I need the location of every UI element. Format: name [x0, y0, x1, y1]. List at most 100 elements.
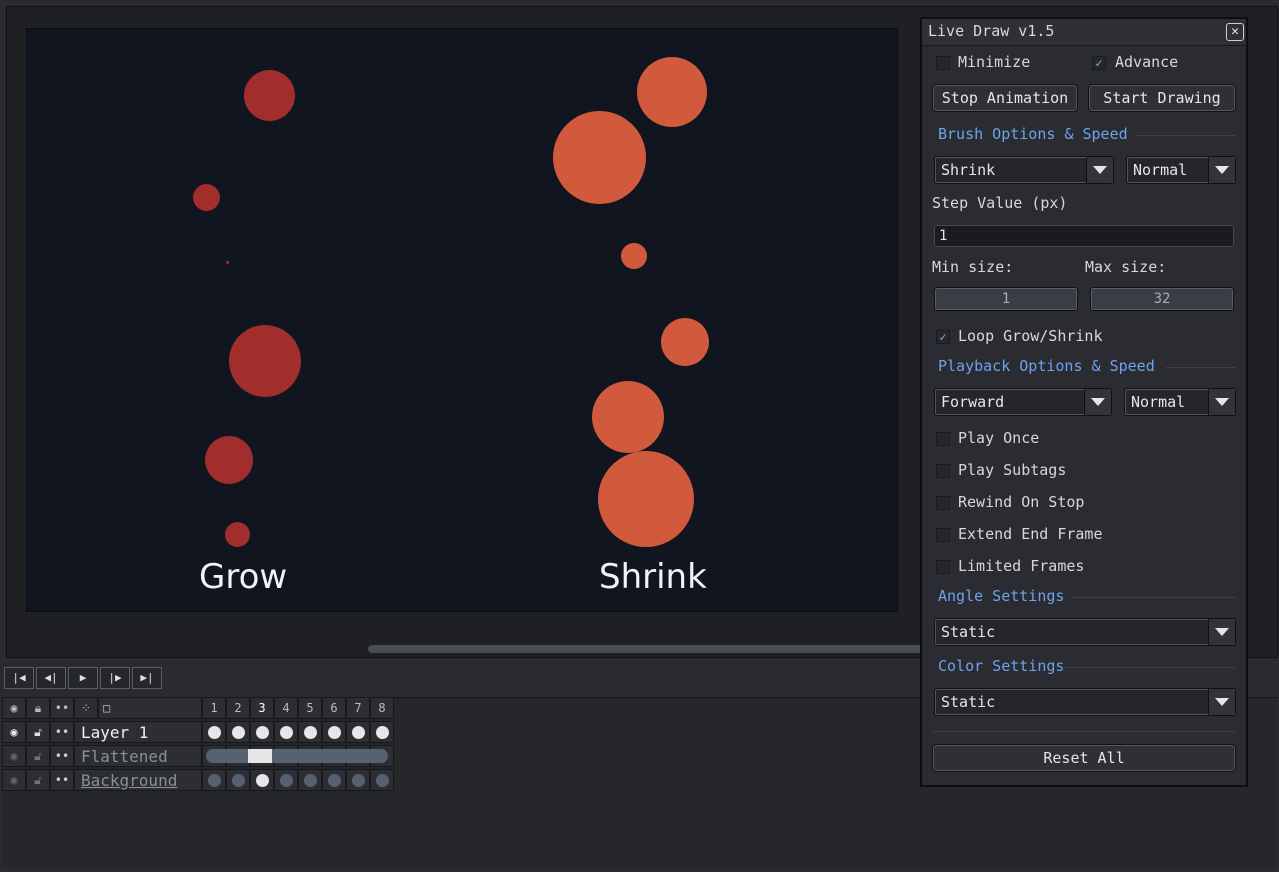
minimize-checkbox[interactable] — [936, 56, 950, 70]
next-frame-button[interactable]: |▶ — [100, 667, 130, 689]
frame-header[interactable]: 5 — [298, 697, 322, 719]
angle-select[interactable]: Static — [934, 618, 1236, 646]
live-draw-dialog: Live Draw v1.5 ✕ Minimize ✓ Advance Stop… — [920, 17, 1248, 787]
frame-cell[interactable] — [274, 769, 298, 791]
frame-cell[interactable] — [226, 769, 250, 791]
frame-cell[interactable] — [346, 769, 370, 791]
shrink-dot — [553, 111, 646, 204]
link-icon[interactable]: •• — [50, 721, 74, 743]
chevron-down-icon[interactable] — [1086, 157, 1113, 183]
limited-checkbox[interactable] — [936, 560, 950, 574]
first-frame-button[interactable]: |◀ — [4, 667, 34, 689]
lock-icon[interactable]: 🔓︎ — [26, 721, 50, 743]
frame-cell[interactable] — [202, 769, 226, 791]
frame-cell[interactable] — [226, 721, 250, 743]
max-size-field[interactable]: 32 — [1090, 287, 1234, 311]
link-icon[interactable]: •• — [50, 745, 74, 767]
frame-cell[interactable] — [274, 721, 298, 743]
frame-cell[interactable] — [298, 721, 322, 743]
close-icon[interactable]: ✕ — [1226, 23, 1244, 41]
frame-cell[interactable] — [370, 769, 394, 791]
prev-frame-icon: ◀| — [44, 671, 58, 684]
cel-dot — [352, 726, 365, 739]
step-value-text: 1 — [939, 228, 948, 244]
new-layer-header-icon[interactable]: □ — [98, 697, 202, 719]
group-header-icon[interactable]: ⁘ — [74, 697, 98, 719]
brush-mode-select[interactable]: Shrink — [934, 156, 1114, 184]
limited-label: Limited Frames — [958, 557, 1085, 575]
horizontal-scrollbar[interactable] — [368, 645, 928, 653]
advance-checkbox[interactable]: ✓ — [1092, 56, 1106, 70]
min-size-field[interactable]: 1 — [934, 287, 1078, 311]
chevron-down-icon[interactable] — [1208, 619, 1235, 645]
eye-header-icon[interactable]: ◉ — [2, 697, 26, 719]
play-subtags-checkbox[interactable] — [936, 464, 950, 478]
frame-header[interactable]: 1 — [202, 697, 226, 719]
layer-name: Background — [81, 771, 178, 790]
cel-dot — [256, 726, 269, 739]
checkmark-icon: ✓ — [1095, 56, 1103, 70]
extend-checkbox[interactable] — [936, 528, 950, 542]
playback-speed-select[interactable]: Normal — [1124, 388, 1236, 416]
advance-label: Advance — [1115, 53, 1179, 71]
frame-cell[interactable] — [322, 721, 346, 743]
cel-dot — [208, 774, 221, 787]
last-frame-button[interactable]: ▶| — [132, 667, 162, 689]
frame-cell[interactable] — [370, 721, 394, 743]
lock-icon[interactable]: 🔓︎ — [26, 769, 50, 791]
frame-header[interactable]: 6 — [322, 697, 346, 719]
lock-header-icon[interactable]: 🔒︎ — [26, 697, 50, 719]
play-once-checkbox[interactable] — [936, 432, 950, 446]
layer-name-cell[interactable]: Flattened — [74, 745, 202, 767]
frame-cell[interactable] — [346, 721, 370, 743]
playback-speed-value: Normal — [1131, 393, 1186, 411]
frame-cell[interactable] — [250, 721, 274, 743]
brush-section-title: Brush Options & Speed — [938, 125, 1128, 143]
loop-label: Loop Grow/Shrink — [958, 327, 1103, 345]
cel-dot — [328, 726, 341, 739]
stop-animation-button[interactable]: Stop Animation — [932, 84, 1078, 112]
dialog-titlebar[interactable]: Live Draw v1.5 ✕ — [922, 19, 1246, 46]
lock-icon[interactable]: 🔓︎ — [26, 745, 50, 767]
reset-all-button[interactable]: Reset All — [932, 744, 1236, 772]
extend-label: Extend End Frame — [958, 525, 1103, 543]
eye-icon[interactable]: ◉ — [2, 769, 26, 791]
chevron-down-icon[interactable] — [1208, 689, 1235, 715]
chevron-down-icon[interactable] — [1084, 389, 1111, 415]
cel-dot — [352, 774, 365, 787]
color-select[interactable]: Static — [934, 688, 1236, 716]
link-header-icon[interactable]: •• — [50, 697, 74, 719]
step-value-input[interactable]: 1 — [934, 225, 1234, 247]
chevron-down-icon[interactable] — [1208, 389, 1235, 415]
eye-icon[interactable]: ◉ — [2, 721, 26, 743]
frame-header[interactable]: 7 — [346, 697, 370, 719]
frame-cell[interactable] — [298, 769, 322, 791]
loop-checkbox[interactable]: ✓ — [936, 330, 950, 344]
eye-icon[interactable]: ◉ — [2, 745, 26, 767]
frame-header[interactable]: 3 — [250, 697, 274, 719]
playback-direction-select[interactable]: Forward — [934, 388, 1112, 416]
playback-direction-value: Forward — [941, 393, 1005, 411]
frame-cell[interactable] — [202, 721, 226, 743]
frame-header[interactable]: 2 — [226, 697, 250, 719]
layer-name-cell[interactable]: Background — [74, 769, 202, 791]
layer-name-cell[interactable]: Layer 1 — [74, 721, 202, 743]
frame-cell[interactable] — [250, 769, 274, 791]
frame-cell[interactable] — [322, 769, 346, 791]
frame-header[interactable]: 4 — [274, 697, 298, 719]
chevron-down-icon[interactable] — [1208, 157, 1235, 183]
color-value: Static — [941, 693, 996, 711]
skip-last-icon: ▶| — [140, 671, 154, 684]
frame-header[interactable]: 8 — [370, 697, 394, 719]
play-button[interactable]: ▶ — [68, 667, 98, 689]
prev-frame-button[interactable]: ◀| — [36, 667, 66, 689]
link-icon[interactable]: •• — [50, 769, 74, 791]
grow-caption: Grow — [199, 557, 288, 597]
cel-dot — [304, 774, 317, 787]
start-drawing-button[interactable]: Start Drawing — [1088, 84, 1236, 112]
cel-dot — [256, 774, 269, 787]
rewind-checkbox[interactable] — [936, 496, 950, 510]
drawing-canvas[interactable]: Grow Shrink — [26, 28, 898, 612]
brush-speed-select[interactable]: Normal — [1126, 156, 1236, 184]
linked-cel-bar[interactable] — [206, 749, 388, 763]
